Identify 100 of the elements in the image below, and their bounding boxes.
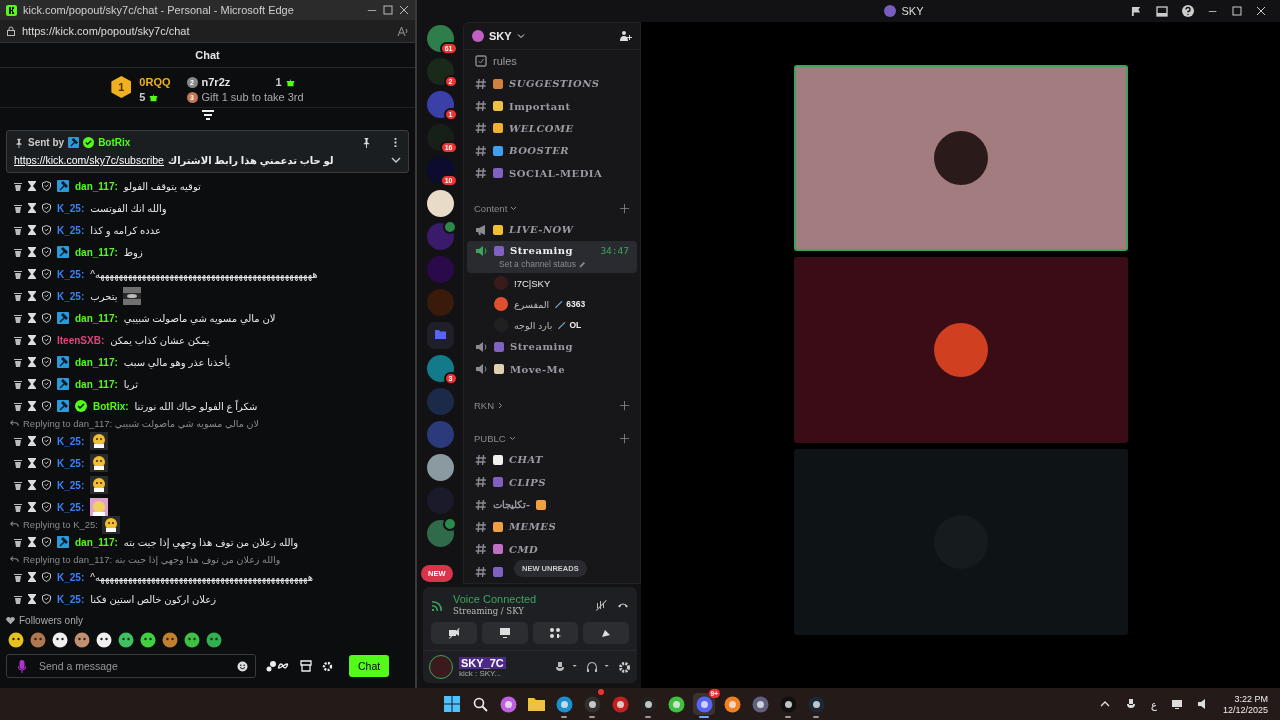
shield-icon[interactable] <box>42 502 51 512</box>
shield-icon[interactable] <box>42 379 51 389</box>
hourglass-icon[interactable] <box>28 269 36 279</box>
username[interactable]: K_25: <box>57 202 85 214</box>
trash-icon[interactable] <box>14 291 22 301</box>
user-avatar[interactable] <box>429 655 453 679</box>
trash-icon[interactable] <box>14 458 22 468</box>
trash-icon[interactable] <box>14 480 22 490</box>
app-icon[interactable] <box>555 695 573 713</box>
emoji-icon[interactable] <box>237 661 248 672</box>
server-icon[interactable] <box>426 190 454 217</box>
shield-icon[interactable] <box>42 269 51 279</box>
start-icon[interactable] <box>444 696 460 712</box>
trash-icon[interactable] <box>14 594 22 604</box>
channel-status[interactable]: Set a channel status <box>499 258 577 269</box>
folder-icon[interactable] <box>527 697 545 711</box>
emote-icon[interactable] <box>51 632 69 648</box>
trash-icon[interactable] <box>14 502 22 512</box>
close-icon[interactable] <box>399 5 409 15</box>
trash-icon[interactable] <box>14 436 22 446</box>
hourglass-icon[interactable] <box>28 181 36 191</box>
emote-icon[interactable] <box>205 632 223 648</box>
shield-icon[interactable] <box>42 181 51 191</box>
activities-button[interactable] <box>532 622 579 644</box>
video-tile[interactable] <box>793 65 1128 251</box>
video-tile[interactable] <box>793 449 1128 635</box>
trash-icon[interactable] <box>14 225 22 235</box>
username[interactable]: K_25: <box>57 571 85 583</box>
username[interactable]: dan_117: <box>75 312 118 324</box>
username[interactable]: SKY_7C <box>459 656 506 669</box>
username[interactable]: dan_117: <box>75 378 118 390</box>
hourglass-icon[interactable] <box>28 335 36 345</box>
maximize-icon[interactable] <box>1232 6 1242 16</box>
hourglass-icon[interactable] <box>28 203 36 213</box>
shield-icon[interactable] <box>42 291 51 301</box>
chevron-down-icon[interactable] <box>510 205 518 213</box>
trash-icon[interactable] <box>14 572 22 582</box>
subscribe-link[interactable]: https://kick.com/sky7c/subscribe <box>14 154 164 166</box>
member-name[interactable]: !7C|SKY <box>514 277 551 289</box>
emote-icon[interactable] <box>139 632 157 648</box>
server-icon[interactable] <box>426 454 454 481</box>
microphone-icon[interactable] <box>18 660 26 673</box>
shield-icon[interactable] <box>42 313 51 323</box>
username[interactable]: dan_117: <box>75 180 118 192</box>
username[interactable]: dan_117: <box>75 356 118 368</box>
emote-icon[interactable] <box>183 632 201 648</box>
points-icon[interactable] <box>266 660 290 672</box>
help-icon[interactable] <box>1182 5 1194 17</box>
category-name[interactable]: Content <box>474 203 508 215</box>
shield-icon[interactable] <box>42 247 51 257</box>
hourglass-icon[interactable] <box>28 594 36 604</box>
category-name[interactable]: RKN <box>474 399 495 411</box>
message-field[interactable]: Send a message <box>6 654 256 678</box>
shield-icon[interactable] <box>42 458 51 468</box>
trash-icon[interactable] <box>14 203 22 213</box>
shield-icon[interactable] <box>42 225 51 235</box>
shield-icon[interactable] <box>42 401 51 411</box>
clock-date[interactable]: 12/12/2025 <box>1222 704 1268 715</box>
emote-icon[interactable] <box>117 632 135 648</box>
input-language[interactable]: ع <box>1151 698 1157 710</box>
username[interactable]: dan_117: <box>75 536 118 548</box>
filter-icon[interactable] <box>201 110 214 120</box>
username[interactable]: IteenSXB: <box>57 334 105 346</box>
chevron-down-icon[interactable] <box>508 435 516 443</box>
trash-icon[interactable] <box>14 357 22 367</box>
username[interactable]: BotRix: <box>93 400 129 412</box>
app-icon[interactable] <box>779 695 797 713</box>
shield-icon[interactable] <box>42 480 51 490</box>
hourglass-icon[interactable] <box>28 480 36 490</box>
username[interactable]: K_25: <box>57 593 85 605</box>
hourglass-icon[interactable] <box>28 225 36 235</box>
read-aloud-icon[interactable] <box>397 25 409 37</box>
shield-icon[interactable] <box>42 537 51 547</box>
username[interactable]: K_25: <box>57 290 85 302</box>
trash-icon[interactable] <box>14 537 22 547</box>
window-icon[interactable] <box>1156 5 1168 17</box>
username[interactable]: K_25: <box>57 501 85 513</box>
username[interactable]: BotRix <box>98 137 131 148</box>
hourglass-icon[interactable] <box>28 291 36 301</box>
member-name[interactable]: بارد الوجه <box>514 319 553 331</box>
store-icon[interactable] <box>300 660 312 672</box>
chevron-down-icon[interactable] <box>391 156 401 164</box>
shield-icon[interactable] <box>42 594 51 604</box>
username[interactable]: K_25: <box>57 435 85 447</box>
hourglass-icon[interactable] <box>28 502 36 512</box>
hourglass-icon[interactable] <box>28 436 36 446</box>
category-name[interactable]: PUBLC <box>474 433 506 445</box>
username[interactable]: K_25: <box>57 479 85 491</box>
trash-icon[interactable] <box>14 313 22 323</box>
username[interactable]: dan_117: <box>75 246 118 258</box>
app-icon[interactable] <box>807 695 825 713</box>
search-icon[interactable] <box>472 696 488 712</box>
trash-icon[interactable] <box>14 247 22 257</box>
hourglass-icon[interactable] <box>28 379 36 389</box>
app-icon[interactable] <box>695 695 713 713</box>
maximize-icon[interactable] <box>383 5 393 15</box>
trash-icon[interactable] <box>14 269 22 279</box>
shield-icon[interactable] <box>42 203 51 213</box>
camera-off-button[interactable] <box>431 622 477 644</box>
hourglass-icon[interactable] <box>28 247 36 257</box>
